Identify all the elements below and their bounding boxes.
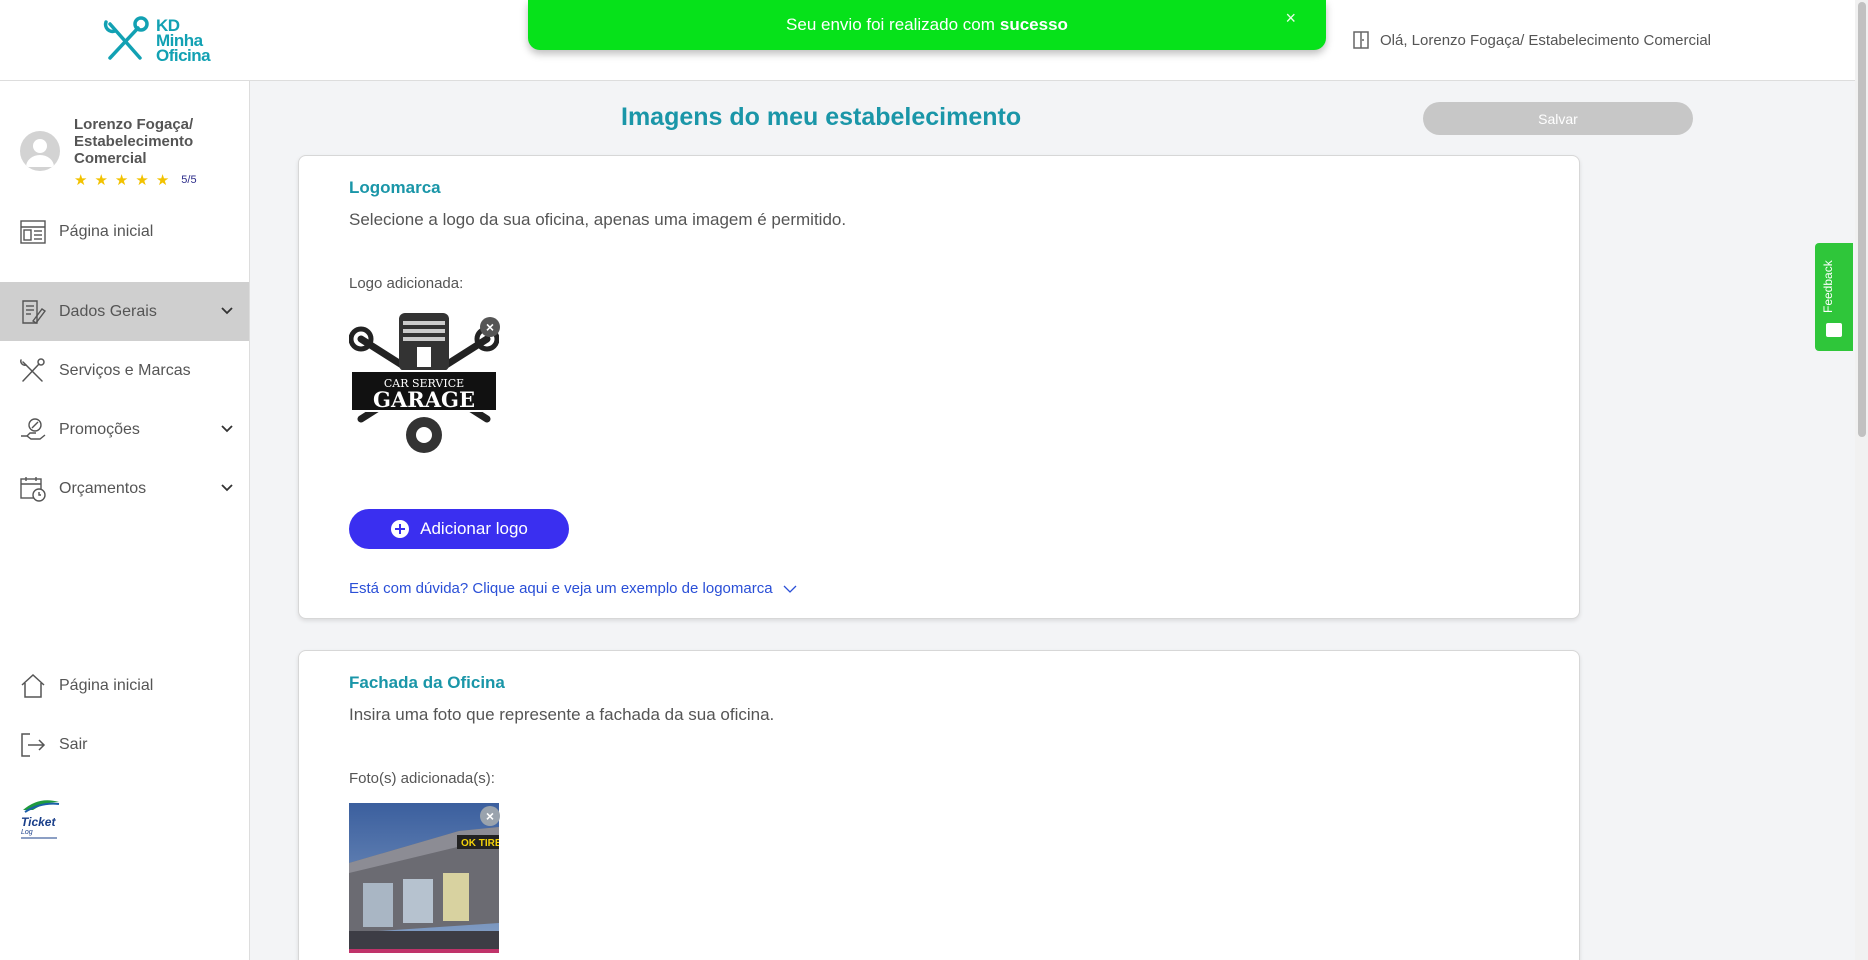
logo-help-link[interactable]: Está com dúvida? Clique aqui e veja um e…: [349, 580, 797, 597]
logo-text: KD Minha Oficina: [156, 17, 211, 65]
sidebar-item-promocoes[interactable]: Promoções: [0, 400, 249, 459]
user-profile: Lorenzo Fogaça/ Estabelecimento Comercia…: [20, 116, 214, 189]
add-logo-label: Adicionar logo: [420, 519, 528, 538]
chevron-down-icon: [783, 585, 797, 593]
chevron-down-icon: [221, 484, 233, 492]
logout-icon: [21, 732, 46, 757]
facade-section-description: Insira uma foto que represente a fachada…: [349, 705, 775, 724]
facade-section-title: Fachada da Oficina: [349, 673, 505, 692]
scrollbar-thumb[interactable]: [1858, 2, 1866, 437]
logo-image-main-text: GARAGE: [373, 387, 475, 412]
ticket-log-logo: Ticket Log: [19, 796, 61, 845]
facade-sign-text: OK TIRE: [461, 838, 499, 849]
user-greeting[interactable]: Olá, Lorenzo Fogaça/ Estabelecimento Com…: [1352, 30, 1711, 50]
kd-minha-oficina-logo[interactable]: KD Minha Oficina: [100, 14, 211, 66]
tools-icon: [20, 357, 45, 382]
svg-text:Ticket: Ticket: [21, 815, 56, 829]
logo-card: Logomarca Selecione a logo da sua oficin…: [298, 155, 1580, 619]
logo-section-title: Logomarca: [349, 178, 441, 197]
remove-logo-button[interactable]: ×: [480, 317, 500, 337]
promotion-icon: [21, 417, 46, 440]
remove-photo-button[interactable]: ×: [480, 806, 500, 826]
star-icon: ★: [114, 172, 129, 189]
sidebar-item-label: Promoções: [59, 420, 140, 438]
star-icon: ★: [155, 172, 170, 189]
sidebar-item-label: Página inicial: [59, 222, 154, 240]
sidebar: Lorenzo Fogaça/ Estabelecimento Comercia…: [0, 81, 250, 960]
calendar-icon: [20, 476, 46, 502]
sidebar-item-pagina-inicial[interactable]: Página inicial: [0, 202, 249, 261]
tools-logo-icon: [103, 16, 149, 60]
star-icon: ★: [94, 172, 108, 189]
page-scrollbar[interactable]: [1855, 0, 1868, 960]
feedback-icon: [1826, 323, 1842, 337]
add-logo-button[interactable]: Adicionar logo: [349, 509, 569, 549]
page-title: Imagens do meu estabelecimento: [621, 103, 1022, 131]
document-edit-icon: [22, 299, 46, 324]
dashboard-icon: [20, 219, 46, 244]
chevron-down-icon: [221, 307, 233, 315]
sidebar-item-label: Dados Gerais: [59, 302, 157, 320]
toast-emphasis: sucesso: [999, 15, 1068, 34]
logo-section-description: Selecione a logo da sua oficina, apenas …: [349, 210, 847, 229]
user-avatar-icon: [26, 139, 54, 167]
home-icon: [21, 673, 45, 698]
star-icon: ★: [74, 172, 88, 189]
success-toast: Seu envio foi realizado com sucesso ×: [528, 0, 1326, 50]
garage-logo-image: CAR SERVICE GARAGE: [348, 309, 500, 459]
toast-message: Seu envio foi realizado com: [786, 15, 995, 34]
feedback-label: Feedback: [1821, 260, 1835, 313]
star-icon: ★: [135, 172, 149, 189]
logo-added-label: Logo adicionada:: [349, 275, 464, 292]
rating-value: 5/5: [181, 174, 197, 186]
sidebar-item-label: Orçamentos: [59, 479, 147, 497]
greeting-text: Olá, Lorenzo Fogaça/ Estabelecimento Com…: [1380, 31, 1711, 49]
rating-stars: ★ ★ ★ ★ ★ 5/5: [74, 171, 214, 189]
sidebar-item-label: Serviços e Marcas: [59, 361, 191, 379]
help-link-text: Está com dúvida? Clique aqui e veja um e…: [349, 580, 773, 597]
sidebar-item-servicos-e-marcas[interactable]: Serviços e Marcas: [0, 341, 249, 400]
logo-thumbnail: CAR SERVICE GARAGE ×: [348, 309, 500, 459]
save-button[interactable]: Salvar: [1423, 102, 1693, 135]
logo-line-3: Oficina: [156, 45, 211, 65]
sidebar-item-sair[interactable]: Sair: [0, 715, 249, 774]
ticket-log-logo-icon: Ticket Log: [21, 800, 60, 839]
svg-text:Log: Log: [21, 829, 33, 836]
sidebar-item-home[interactable]: Página inicial: [0, 656, 249, 715]
facade-added-label: Foto(s) adicionada(s):: [349, 770, 495, 787]
sidebar-item-dados-gerais[interactable]: Dados Gerais: [0, 282, 249, 341]
feedback-tab[interactable]: Feedback: [1815, 243, 1853, 351]
facade-photo-image: OK TIRE: [349, 803, 502, 953]
facade-card: Fachada da Oficina Insira uma foto que r…: [298, 650, 1580, 960]
plus-circle-icon: [391, 520, 410, 538]
avatar: [20, 131, 60, 171]
facade-photo-thumbnail: OK TIRE ×: [349, 803, 502, 953]
chevron-down-icon: [221, 425, 233, 433]
profile-name: Lorenzo Fogaça/ Estabelecimento Comercia…: [74, 116, 194, 167]
sidebar-item-label: Página inicial: [59, 676, 154, 694]
toast-close-button[interactable]: ×: [1285, 8, 1296, 29]
door-icon: [1353, 31, 1369, 49]
sidebar-item-label: Sair: [59, 735, 88, 753]
sidebar-item-orcamentos[interactable]: Orçamentos: [0, 459, 249, 518]
